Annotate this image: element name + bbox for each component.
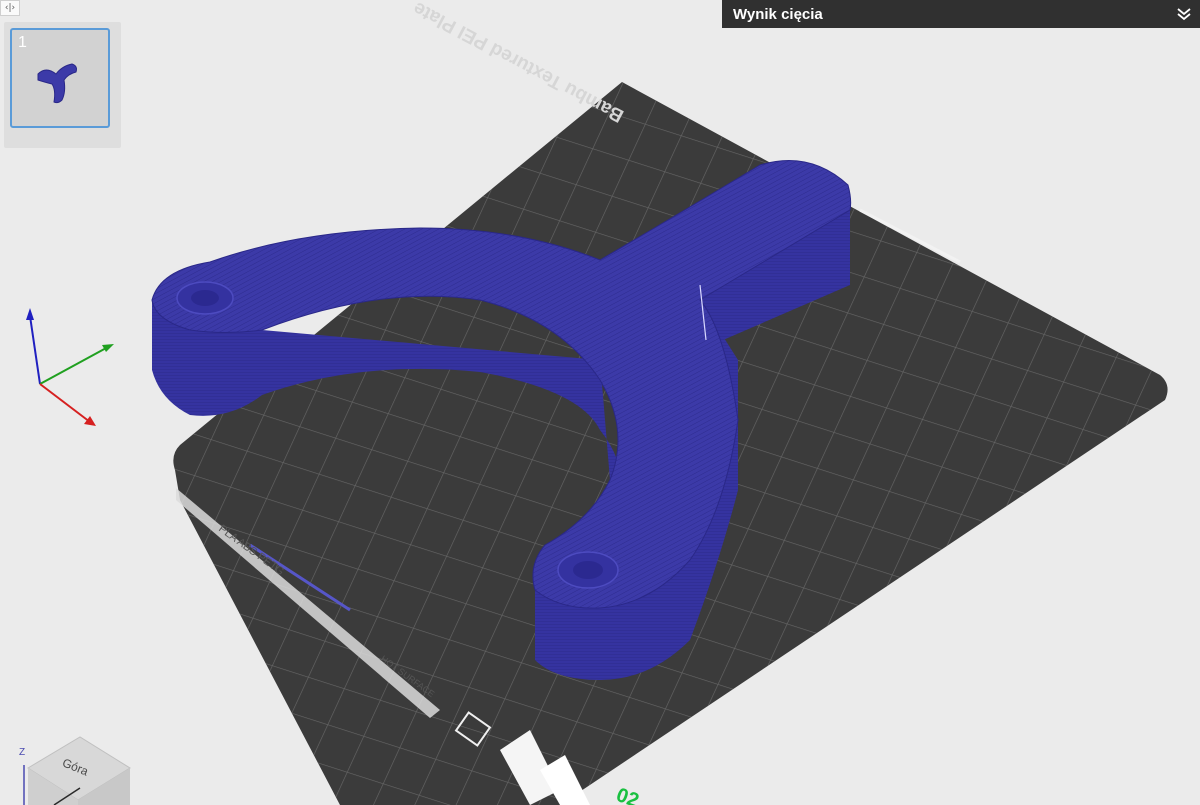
slice-result-title: Wynik cięcia (733, 5, 823, 23)
plate-name-label: Bambu Textured PEI Plate (410, 0, 627, 126)
model-thumbnail-icon (37, 63, 77, 104)
view-cube-z-label: Z (19, 747, 26, 758)
plate-edge-text: 02 (613, 784, 641, 805)
3d-viewport[interactable]: Bambu Textured PEI Plate PLA ABS PETG HO… (0, 0, 1200, 805)
collapse-panel-button[interactable]: ‹|› (0, 0, 20, 16)
plate-thumbnail[interactable]: 1 (10, 28, 110, 128)
plate-list-panel: 1 (4, 22, 121, 148)
axes-gizmo (26, 308, 114, 426)
plate-name-text: Bambu Textured PEI Plate (410, 0, 627, 126)
app-root: Bambu Textured PEI Plate PLA ABS PETG HO… (0, 0, 1200, 805)
double-chevron-down-icon[interactable] (1176, 6, 1192, 22)
slice-result-header[interactable]: Wynik cięcia (722, 0, 1200, 28)
